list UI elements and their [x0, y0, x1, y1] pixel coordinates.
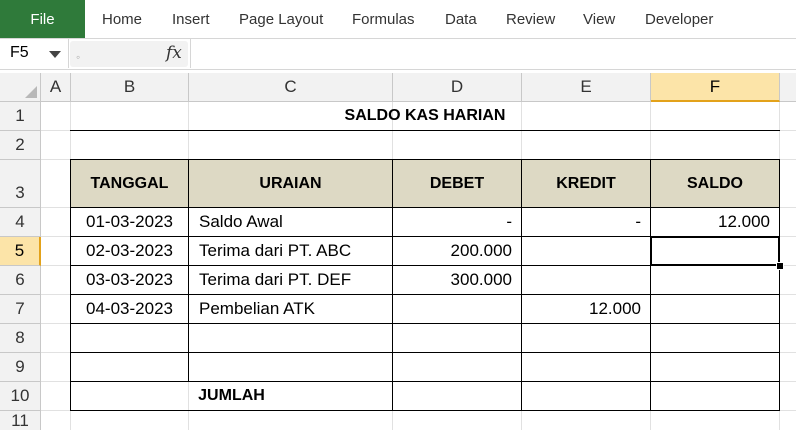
total-saldo[interactable] — [651, 382, 779, 410]
row-header-1[interactable]: 1 — [0, 102, 41, 131]
cell-saldo[interactable]: 12.000 — [651, 208, 779, 236]
header-debet[interactable]: DEBET — [393, 160, 521, 207]
cell-uraian[interactable]: Pembelian ATK — [189, 295, 392, 323]
row-header-5[interactable]: 5 — [0, 237, 41, 266]
row-header-8[interactable]: 8 — [0, 324, 41, 353]
cell-uraian[interactable] — [189, 324, 392, 352]
cell-tanggal[interactable] — [71, 353, 188, 381]
row-header-9[interactable]: 9 — [0, 353, 41, 382]
select-all-corner[interactable] — [0, 73, 41, 102]
header-saldo[interactable]: SALDO — [651, 160, 779, 207]
sheet-title[interactable]: SALDO KAS HARIAN — [71, 102, 779, 130]
cell-tanggal[interactable]: 04-03-2023 — [71, 295, 188, 323]
cell-uraian[interactable]: Terima dari PT. DEF — [189, 266, 392, 294]
cell-kredit[interactable] — [522, 237, 650, 265]
total-debet[interactable] — [393, 382, 521, 410]
fill-handle[interactable] — [776, 262, 784, 270]
cell-uraian[interactable]: Terima dari PT. ABC — [189, 237, 392, 265]
total-label[interactable]: JUMLAH — [71, 382, 392, 410]
cell-saldo[interactable] — [651, 324, 779, 352]
select-all-icon — [25, 86, 37, 98]
cell-kredit[interactable]: 12.000 — [522, 295, 650, 323]
row-header-2[interactable]: 2 — [0, 131, 41, 160]
cell-kredit[interactable] — [522, 266, 650, 294]
total-kredit[interactable] — [522, 382, 650, 410]
cell-debet[interactable]: 300.000 — [393, 266, 521, 294]
column-header-b[interactable]: B — [71, 73, 189, 102]
header-uraian[interactable]: URAIAN — [189, 160, 392, 207]
column-header-a[interactable]: A — [41, 73, 71, 102]
cell-saldo[interactable] — [651, 353, 779, 381]
cell-debet[interactable]: - — [393, 208, 521, 236]
table-border — [779, 159, 780, 411]
cell-tanggal[interactable]: 01-03-2023 — [71, 208, 188, 236]
header-tanggal[interactable]: TANGGAL — [71, 160, 188, 207]
cell-saldo[interactable] — [651, 295, 779, 323]
row-header-6[interactable]: 6 — [0, 266, 41, 295]
column-header-d[interactable]: D — [393, 73, 522, 102]
row-header-3[interactable]: 3 — [0, 160, 41, 208]
cell-debet[interactable] — [393, 295, 521, 323]
column-header-g[interactable] — [780, 73, 796, 102]
cell-saldo[interactable] — [651, 266, 779, 294]
cell-uraian[interactable] — [189, 353, 392, 381]
active-cell-f5[interactable] — [650, 236, 780, 266]
cell-kredit[interactable] — [522, 353, 650, 381]
cell-debet[interactable]: 200.000 — [393, 237, 521, 265]
cell-uraian[interactable]: Saldo Awal — [189, 208, 392, 236]
cell-kredit[interactable] — [522, 324, 650, 352]
column-header-e[interactable]: E — [522, 73, 651, 102]
row-header-10[interactable]: 10 — [0, 382, 41, 411]
row-header-7[interactable]: 7 — [0, 295, 41, 324]
cell-tanggal[interactable] — [71, 324, 188, 352]
header-kredit[interactable]: KREDIT — [522, 160, 650, 207]
cell-tanggal[interactable]: 03-03-2023 — [71, 266, 188, 294]
row-header-4[interactable]: 4 — [0, 208, 41, 237]
row-header-11[interactable]: 11 — [0, 411, 41, 430]
cell-debet[interactable] — [393, 324, 521, 352]
cell-tanggal[interactable]: 02-03-2023 — [71, 237, 188, 265]
cell-kredit[interactable]: - — [522, 208, 650, 236]
cell-debet[interactable] — [393, 353, 521, 381]
spreadsheet-grid: A B C D E F 1 2 3 4 5 6 7 8 9 10 11 SALD… — [0, 0, 796, 430]
column-header-c[interactable]: C — [189, 73, 393, 102]
title-underline — [70, 130, 780, 131]
table-border — [70, 410, 780, 411]
column-header-f[interactable]: F — [651, 73, 780, 102]
